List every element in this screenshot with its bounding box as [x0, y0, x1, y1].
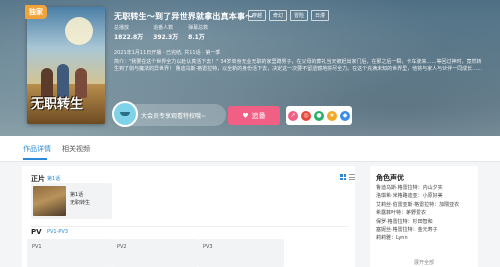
stat-label: 弹幕总数: [188, 25, 209, 31]
poster-title: 无职转生: [31, 97, 84, 112]
synopsis: 简介："我要在这个世界全力以赴认真活下去！" 34岁单身无业无职的家里蹲男子，在…: [114, 59, 483, 72]
grid-view-icon[interactable]: [340, 174, 346, 180]
stat-followers: 追番人数 392.3万: [153, 24, 178, 41]
qq-icon[interactable]: ◆: [340, 110, 350, 121]
cast-item: 塞妮丝·格雷拉特：金元寿子: [376, 227, 438, 234]
tag[interactable]: 日漫: [311, 10, 330, 21]
cast-item: 艾莉丝·伯雷亚斯·格雷拉特：加隈亚衣: [376, 201, 460, 208]
episodes-range-link[interactable]: 第1话: [47, 175, 60, 182]
episode-name: 无职转生: [70, 200, 91, 206]
pv-range-link[interactable]: PV1-PV3: [47, 229, 68, 235]
episode-card[interactable]: 第1话 无职转生: [31, 183, 112, 219]
cover-poster[interactable]: 无职转生: [27, 7, 105, 124]
cast-list: 鲁迪乌斯·格雷拉特：内山夕实 洛琪希·米格路迪亚：小原好美 艾莉丝·伯雷亚斯·格…: [376, 184, 476, 243]
cast-item: 鲁迪乌斯·格雷拉特：内山夕实: [376, 185, 443, 191]
page-title: 无职转生～到了异世界就拿出真本事～: [114, 12, 254, 21]
stat-label: 总播放: [114, 25, 130, 31]
stat-total-plays: 总播放 1822.8万: [114, 24, 143, 41]
tab-bar: 作品详情 相关视频: [0, 136, 500, 162]
cast-panel: 角色声优 鲁迪乌斯·格雷拉特：内山夕实 洛琪希·米格路迪亚：小原好美 艾莉丝·伯…: [370, 166, 478, 267]
tab-details[interactable]: 作品详情: [23, 144, 51, 154]
tab-related-videos[interactable]: 相关视频: [62, 144, 90, 154]
episodes-panel: 正片 第1话 第1话 无职转生 PV PV1-PV3 PV1 PV2 PV3: [22, 166, 355, 267]
release-meta: 2021年1月11日开播 · 已完结, 共11话 · 第一季: [114, 50, 221, 56]
cast-item: 洛琪希·米格路迪亚：小原好美: [376, 193, 443, 200]
heart-icon: ♥: [242, 111, 249, 120]
active-tab-indicator: [23, 158, 47, 160]
wechat-icon[interactable]: ●: [314, 110, 324, 121]
list-view-icon[interactable]: [349, 174, 355, 180]
cast-item: 莉莉雅：Lynn: [376, 235, 408, 242]
pv-label: PV3: [203, 244, 213, 250]
stat-value: 1822.8万: [114, 34, 144, 41]
tag[interactable]: 奇幻: [269, 10, 288, 21]
pv-card[interactable]: PV2: [112, 239, 198, 267]
section-divider: [31, 226, 349, 227]
pv-title: PV: [31, 228, 42, 236]
pv-label: PV1: [32, 244, 42, 250]
cast-item: 保罗·格雷拉特：杉田智和: [376, 218, 433, 225]
qzone-icon[interactable]: ★: [327, 110, 337, 121]
vip-promo-text: 大会员专享观看特权哦~: [141, 112, 207, 120]
stats-row: 总播放 1822.8万 追番人数 392.3万 弹幕总数 8.1万: [114, 24, 208, 41]
cast-title: 角色声优: [376, 174, 404, 182]
tag-list: 穿越 奇幻 冒险 日漫: [248, 10, 330, 21]
vip-promo-bar[interactable]: 大会员专享观看特权哦~: [112, 101, 226, 127]
follow-label: 追番: [251, 111, 266, 120]
stat-value: 8.1万: [188, 34, 205, 41]
pv-card[interactable]: PV3: [198, 239, 284, 267]
cast-item: 希露菲叶特：茅野爱衣: [376, 210, 427, 217]
episode-number: 第1话: [70, 192, 84, 198]
pv-label: PV2: [117, 244, 127, 250]
share-button-group: ↗ ◎ ● ★ ◆: [286, 106, 352, 125]
view-toggle: [340, 174, 355, 180]
exclusive-badge: 独家: [25, 5, 47, 19]
mascot-avatar-icon: [112, 101, 138, 127]
episode-thumbnail: [33, 186, 66, 216]
stat-label: 追番人数: [153, 25, 174, 31]
tag[interactable]: 冒险: [290, 10, 309, 21]
weibo-icon[interactable]: ◎: [301, 110, 311, 121]
follow-button[interactable]: ♥ 追番: [228, 106, 280, 125]
hero-banner: 无职转生 独家 无职转生～到了异世界就拿出真本事～ 穿越 奇幻 冒险 日漫 总播…: [0, 0, 500, 136]
pv-card[interactable]: PV1: [27, 239, 113, 267]
poster-sun: [65, 17, 93, 45]
tag[interactable]: 穿越: [248, 10, 267, 21]
stat-value: 392.3万: [153, 34, 179, 41]
expand-cast-link[interactable]: 展开全部: [414, 259, 434, 266]
share-icon[interactable]: ↗: [288, 110, 298, 121]
stat-danmaku: 弹幕总数 8.1万: [188, 24, 208, 41]
